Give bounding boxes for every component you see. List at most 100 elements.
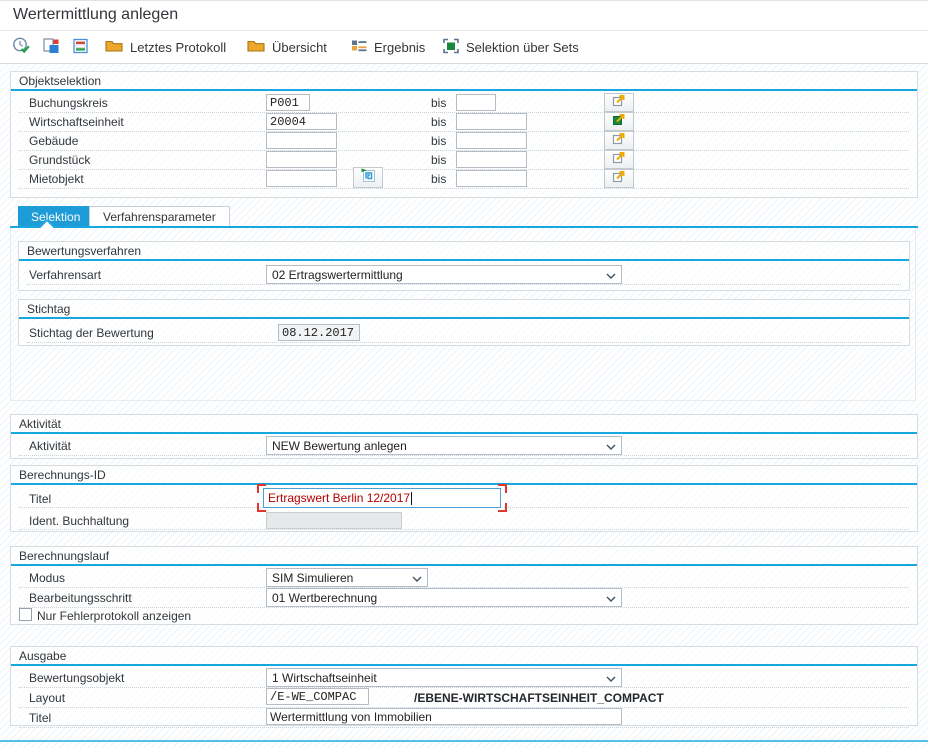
multi-selection-button[interactable]	[604, 169, 634, 188]
last-protocol-button[interactable]: Letztes Protokoll	[104, 36, 226, 58]
chevron-down-icon	[606, 268, 616, 282]
tab-verfahrensparameter[interactable]: Verfahrensparameter	[89, 206, 230, 227]
activity-title: Aktivität	[19, 417, 61, 431]
calc-title-label: Titel	[29, 492, 51, 506]
calc-title-input[interactable]: Ertragswert Berlin 12/2017	[263, 488, 501, 508]
layout-description: /EBENE-WIRTSCHAFTSEINHEIT_COMPACT	[414, 691, 664, 705]
mode-label: Modus	[29, 571, 65, 585]
tab-selektion[interactable]: Selektion	[18, 206, 93, 227]
building-input[interactable]	[266, 132, 337, 149]
overview-button[interactable]: Übersicht	[246, 36, 327, 58]
procedure-type-dropdown[interactable]: 02 Ertragswertermittlung	[266, 265, 622, 284]
bottom-accent-line	[0, 740, 928, 742]
multi-selection-button[interactable]	[604, 131, 634, 150]
selection-via-sets-label: Selektion über Sets	[466, 40, 579, 55]
activity-dropdown[interactable]: NEW Bewertung anlegen	[266, 436, 622, 455]
calculation-id-title: Berechnungs-ID	[19, 468, 106, 482]
bis-label: bis	[431, 134, 446, 148]
bis-label: bis	[431, 153, 446, 167]
ident-accounting-input	[266, 512, 402, 529]
building-to-input[interactable]	[456, 132, 527, 149]
key-date-title: Stichtag	[27, 302, 70, 316]
valuation-object-label: Bewertungsobjekt	[29, 671, 124, 685]
selection-options-button[interactable]	[72, 36, 89, 58]
activity-groupbox: Aktivität Aktivität NEW Bewertung anlege…	[10, 414, 918, 459]
rental-object-select-button[interactable]	[353, 167, 383, 188]
mode-dropdown[interactable]: SIM Simulieren	[266, 568, 428, 587]
output-title-input[interactable]: Wertermittlung von Immobilien	[266, 708, 622, 725]
multi-selection-arrow-icon	[612, 131, 626, 150]
row-separator	[27, 324, 901, 343]
selection-via-sets-button[interactable]: Selektion über Sets	[442, 36, 579, 58]
rental-object-input[interactable]	[266, 170, 337, 187]
sets-selection-icon	[442, 37, 460, 58]
multi-selection-arrow-icon	[612, 150, 626, 169]
activity-value: NEW Bewertung anlegen	[272, 439, 407, 453]
valuation-object-value: 1 Wirtschaftseinheit	[272, 671, 377, 685]
multi-selection-button[interactable]	[604, 93, 634, 112]
valuation-object-dropdown[interactable]: 1 Wirtschaftseinheit	[266, 668, 622, 687]
group-accent-line	[11, 432, 917, 434]
processing-step-value: 01 Wertberechnung	[272, 591, 377, 605]
calculation-run-groupbox: Berechnungslauf Modus SIM Simulieren Bea…	[10, 546, 918, 625]
chevron-down-icon	[606, 591, 616, 605]
bis-label: bis	[431, 96, 446, 110]
procedure-type-label: Verfahrensart	[29, 268, 101, 282]
multi-selection-button[interactable]	[604, 150, 634, 169]
row-separator	[19, 511, 909, 530]
company-code-to-input[interactable]	[456, 94, 496, 111]
bis-label: bis	[431, 172, 446, 186]
output-title-label: Titel	[29, 711, 51, 725]
execute-button[interactable]	[12, 36, 31, 58]
processing-step-label: Bearbeitungsschritt	[29, 591, 132, 605]
layout-input[interactable]: /E-WE_COMPAC	[266, 688, 369, 705]
business-entity-label: Wirtschaftseinheit	[29, 115, 124, 129]
chevron-down-icon	[606, 671, 616, 685]
calc-title-value: Ertragswert Berlin 12/2017	[268, 491, 410, 505]
chevron-down-icon	[412, 571, 422, 585]
rental-object-to-input[interactable]	[456, 170, 527, 187]
copy-variant-icon	[42, 37, 60, 58]
title-bar: Wertermittlung anlegen	[0, 1, 928, 31]
multi-selection-active-icon	[612, 112, 626, 131]
key-date-groupbox: Stichtag Stichtag der Bewertung 08.12.20…	[18, 299, 910, 346]
result-list-icon	[350, 38, 368, 57]
error-log-only-checkbox[interactable]	[19, 608, 32, 621]
business-entity-input[interactable]: 20004	[266, 113, 337, 130]
business-entity-to-input[interactable]	[456, 113, 527, 130]
group-accent-line	[11, 564, 917, 566]
land-input[interactable]	[266, 151, 337, 168]
calculation-id-groupbox: Berechnungs-ID Titel Ident. Buchhaltung …	[10, 465, 918, 532]
object-selection-title: Objektselektion	[19, 74, 101, 88]
company-code-label: Buchungskreis	[29, 96, 108, 110]
get-variant-button[interactable]	[42, 36, 60, 58]
row-separator	[19, 569, 909, 588]
sap-window: Wertermittlung anlegen	[0, 0, 928, 748]
folder-icon	[246, 37, 266, 57]
company-code-input[interactable]: P001	[266, 94, 310, 111]
result-label: Ergebnis	[374, 40, 425, 55]
chevron-down-icon	[606, 439, 616, 453]
mode-value: SIM Simulieren	[272, 571, 353, 585]
result-button[interactable]: Ergebnis	[350, 36, 425, 58]
valuation-date-label: Stichtag der Bewertung	[29, 326, 154, 340]
valuation-date-input[interactable]: 08.12.2017	[278, 324, 360, 341]
output-title: Ausgabe	[19, 649, 66, 663]
calculation-run-title: Berechnungslauf	[19, 549, 109, 563]
valuation-method-groupbox: Bewertungsverfahren Verfahrensart 02 Ert…	[18, 241, 910, 291]
group-accent-line	[11, 89, 917, 91]
bis-label: bis	[431, 115, 446, 129]
multi-selection-button-active[interactable]	[604, 112, 634, 131]
rental-object-icon	[360, 167, 376, 188]
multi-selection-arrow-icon	[612, 169, 626, 188]
procedure-type-value: 02 Ertragswertermittlung	[272, 268, 403, 282]
land-to-input[interactable]	[456, 151, 527, 168]
processing-step-dropdown[interactable]: 01 Wertberechnung	[266, 588, 622, 607]
group-accent-line	[19, 259, 909, 261]
valuation-method-title: Bewertungsverfahren	[27, 244, 141, 258]
overview-label: Übersicht	[272, 40, 327, 55]
output-groupbox: Ausgabe Bewertungsobjekt 1 Wirtschaftsei…	[10, 646, 918, 726]
land-label: Grundstück	[29, 153, 90, 167]
calc-title-focus-frame: Ertragswert Berlin 12/2017	[257, 484, 507, 512]
building-label: Gebäude	[29, 134, 78, 148]
